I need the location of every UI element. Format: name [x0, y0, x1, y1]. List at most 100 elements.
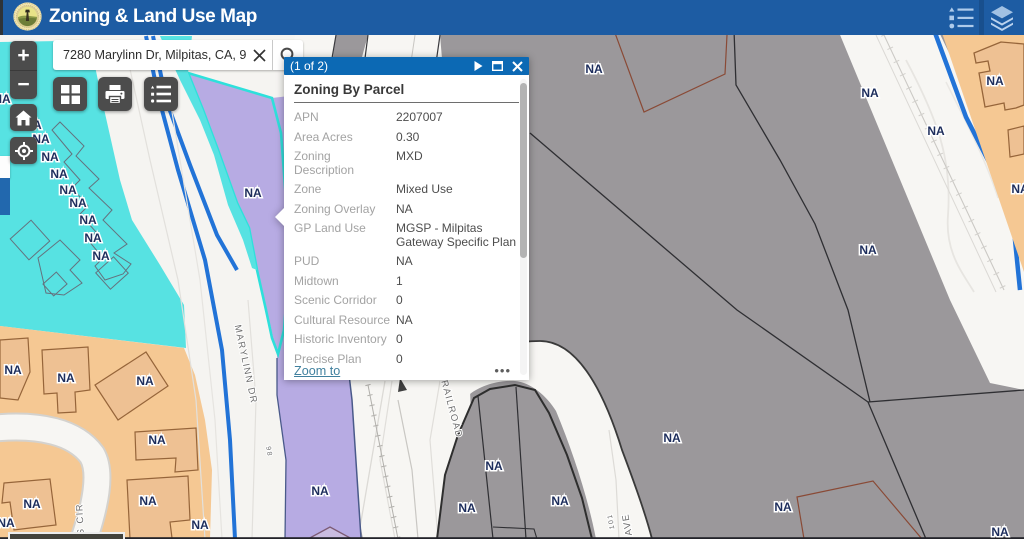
field-value: 2207007 [396, 111, 519, 125]
popup-more-icon[interactable]: ••• [494, 363, 519, 378]
field-label: PUD [294, 255, 391, 269]
field-value: 1 [396, 275, 519, 289]
field-label: Midtown [294, 275, 391, 289]
field-value: NA [396, 314, 519, 328]
basemap-gallery-button[interactable] [53, 77, 87, 111]
field-label: APN [294, 111, 391, 125]
popup-field-row: APN 2207007 [294, 111, 519, 125]
na-label: NA [57, 371, 75, 385]
printer-icon [105, 85, 125, 104]
popup-next-icon[interactable] [474, 61, 483, 71]
na-label: NA [92, 249, 110, 263]
field-value: 0 [396, 294, 519, 308]
zoom-out-button[interactable]: − [10, 71, 37, 100]
zoom-in-button[interactable]: + [10, 41, 37, 71]
na-label: NA [991, 525, 1009, 539]
search-box [53, 40, 303, 70]
zoom-to-link[interactable]: Zoom to [294, 364, 494, 378]
layer-list-button[interactable] [144, 77, 178, 111]
legend-icon[interactable] [943, 0, 979, 35]
na-label: NA [859, 243, 877, 257]
field-label: Zoning Description [294, 150, 391, 177]
na-label: NA [585, 62, 603, 76]
coordinate-widget-edge [8, 532, 125, 539]
popup-maximize-icon[interactable] [492, 61, 503, 71]
na-label: NA [551, 494, 569, 508]
popup-field-row: Zoning Overlay NA [294, 203, 519, 217]
popup-field-row: Zone Mixed Use [294, 183, 519, 197]
print-button[interactable] [98, 77, 132, 111]
field-value: 0.30 [396, 131, 519, 145]
na-label: NA [69, 196, 87, 210]
popup-footer: Zoom to ••• [284, 363, 529, 378]
page-title: Zoning & Land Use Map [49, 6, 257, 28]
locate-button[interactable] [10, 137, 37, 164]
popup-scrollbar [520, 79, 527, 375]
na-label: NA [244, 186, 262, 200]
street-label: S CIR [74, 503, 87, 536]
home-button[interactable] [10, 104, 37, 131]
na-label: NA [50, 167, 68, 181]
na-label: NA [148, 433, 166, 447]
na-label: NA [191, 518, 209, 532]
zoning-map-app: NANANANANANANANANANANANANANANANANANANANA… [0, 0, 1024, 539]
zoom-control: + − [10, 41, 37, 99]
crosshair-icon [15, 142, 33, 160]
na-label: NA [136, 374, 154, 388]
popup-title: Zoning By Parcel [294, 78, 519, 103]
na-label: NA [1011, 182, 1024, 196]
na-label: NA [84, 231, 102, 245]
field-value: MXD [396, 150, 519, 177]
na-label: NA [663, 431, 681, 445]
na-label: NA [4, 363, 22, 377]
popup-pointer [275, 207, 285, 227]
field-label: GP Land Use [294, 222, 391, 249]
popup-field-row: PUD NA [294, 255, 519, 269]
field-value: MGSP - Milpitas Gateway Specific Plan [396, 222, 519, 249]
na-label: NA [927, 124, 945, 138]
na-label: NA [23, 497, 41, 511]
na-label: NA [59, 183, 77, 197]
na-label: NA [139, 494, 157, 508]
clear-search-icon[interactable] [246, 41, 272, 69]
building [1008, 126, 1024, 157]
field-label: Zoning Overlay [294, 203, 391, 217]
na-label: NA [0, 516, 15, 530]
app-header: Zoning & Land Use Map [0, 0, 1024, 35]
city-seal-logo [13, 2, 42, 31]
popup-field-row: Midtown 1 [294, 275, 519, 289]
popup-scrollbar-thumb[interactable] [520, 83, 527, 258]
na-label: NA [311, 484, 329, 498]
field-value: 0 [396, 333, 519, 347]
collapsed-panel-blue[interactable] [0, 178, 10, 215]
popup-field-row: GP Land UseMGSP - Milpitas Gateway Speci… [294, 222, 519, 249]
field-label: Zone [294, 183, 391, 197]
grid-icon [61, 85, 80, 104]
field-value: NA [396, 203, 519, 217]
collapsed-panel-white[interactable] [0, 156, 10, 178]
search-input[interactable] [53, 41, 246, 69]
field-value: NA [396, 255, 519, 269]
field-label: Area Acres [294, 131, 391, 145]
popup-field-row: Cultural Resource NA [294, 314, 519, 328]
na-label: NA [861, 86, 879, 100]
na-label: NA [458, 501, 476, 515]
list-icon [151, 85, 171, 103]
field-label: Cultural Resource [294, 314, 391, 328]
popup-close-icon[interactable] [512, 61, 523, 72]
field-value: Mixed Use [396, 183, 519, 197]
field-label: Scenic Corridor [294, 294, 391, 308]
popup-field-row: Area Acres 0.30 [294, 131, 519, 145]
na-label: NA [79, 213, 97, 227]
na-label: NA [774, 500, 792, 514]
header-left-edge [0, 0, 3, 35]
layers-icon[interactable] [984, 0, 1020, 35]
feature-popup: (1 of 2) Zoning By Parcel APN 2207007 Area… [284, 57, 529, 380]
popup-body: Zoning By Parcel APN 2207007 Area Acres 0.3… [284, 75, 529, 380]
home-icon [15, 110, 32, 126]
field-label: Historic Inventory [294, 333, 391, 347]
na-label: NA [986, 74, 1004, 88]
popup-pager: (1 of 2) [290, 59, 474, 73]
na-label: NA [41, 150, 59, 164]
popup-attribute-table: APN 2207007 Area Acres 0.30 Zoning Descripti… [294, 111, 519, 366]
